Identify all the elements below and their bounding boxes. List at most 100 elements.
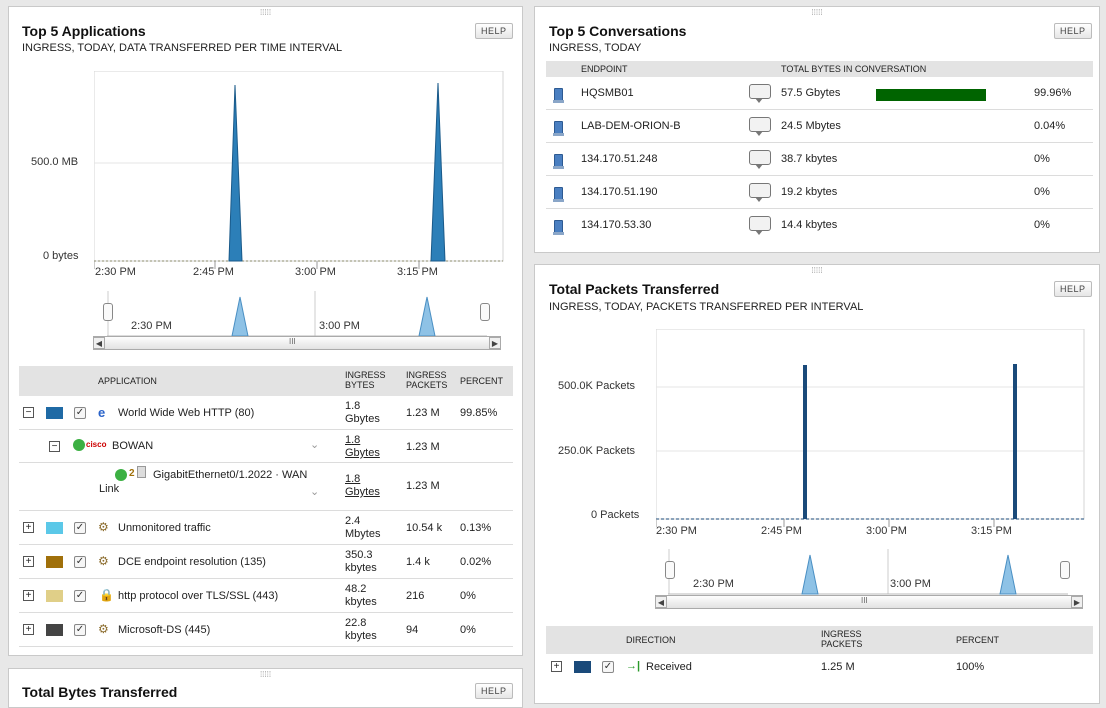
expand-icon[interactable]: + <box>23 556 34 567</box>
column-header-direction[interactable]: DIRECTION <box>626 635 676 645</box>
table-row[interactable]: + ✓ ⚙ Microsoft-DS (445) 22.8 kbytes 94 … <box>19 613 513 647</box>
expand-icon[interactable]: + <box>551 661 562 672</box>
ingress-packets: 10.54 k <box>406 522 443 534</box>
total-bytes: 24.5 Mbytes <box>781 120 841 132</box>
packets-chart <box>656 329 1085 527</box>
column-header-ingress-packets[interactable]: INGRESS PACKETS <box>406 370 454 390</box>
series-checkbox[interactable]: ✓ <box>74 522 86 534</box>
expand-icon[interactable]: + <box>23 522 34 533</box>
table-row[interactable]: 134.170.51.190 19.2 kbytes 0% <box>546 176 1093 209</box>
ie-globe-icon: e <box>98 405 106 420</box>
percent-bar-track <box>876 89 986 101</box>
percent-bar-track <box>876 122 986 134</box>
table-row[interactable]: 134.170.51.248 38.7 kbytes 0% <box>546 143 1093 176</box>
table-row[interactable]: LAB-DEM-ORION-B 24.5 Mbytes 0.04% <box>546 110 1093 143</box>
table-row[interactable]: + ✓ →| Received 1.25 M 100% <box>546 654 1093 680</box>
series-color-swatch <box>46 522 63 534</box>
table-row[interactable]: 2 GigabitEthernet0/1.2022 · WAN Link ⌄ 1… <box>19 463 513 511</box>
expand-icon[interactable]: + <box>23 590 34 601</box>
table-row[interactable]: HQSMB01 57.5 Gbytes 99.96% <box>546 77 1093 110</box>
scroll-right-icon[interactable]: ▶ <box>1071 596 1083 608</box>
application-name[interactable]: Microsoft-DS (445) <box>118 624 210 636</box>
series-checkbox[interactable]: ✓ <box>74 624 86 636</box>
collapse-icon[interactable]: − <box>49 441 60 452</box>
interface-name[interactable]: GigabitEthernet0/1.2022 · WAN Link <box>99 468 319 496</box>
navigator-right-handle[interactable] <box>480 303 490 321</box>
column-header-endpoint[interactable]: ENDPOINT <box>581 64 628 74</box>
conversations-table-header: ENDPOINT TOTAL BYTES IN CONVERSATION <box>546 61 1093 77</box>
y-axis-label: 250.0K Packets <box>558 445 636 457</box>
conversation-bubble-icon[interactable] <box>749 117 772 136</box>
column-header-ingress-bytes[interactable]: INGRESS BYTES <box>345 370 391 390</box>
scrollbar-grip[interactable]: III <box>861 596 868 605</box>
endpoint-name[interactable]: HQSMB01 <box>581 87 634 99</box>
conversation-bubble-icon[interactable] <box>749 84 772 103</box>
application-name[interactable]: Unmonitored traffic <box>118 522 211 534</box>
computer-icon <box>553 220 564 235</box>
navigator-left-handle[interactable] <box>665 561 675 579</box>
table-row[interactable]: + ✓ ⚙ DCE endpoint resolution (135) 350.… <box>19 545 513 579</box>
series-checkbox[interactable]: ✓ <box>602 661 614 673</box>
drag-grip-icon[interactable]: ⁞⁞⁞⁞⁞ <box>260 671 271 679</box>
help-button[interactable]: HELP <box>1054 281 1092 297</box>
column-header-percent[interactable]: PERCENT <box>956 635 999 645</box>
conversation-bubble-icon[interactable] <box>749 216 772 235</box>
y-axis-label: 500.0K Packets <box>558 380 636 392</box>
percent-bar <box>876 89 986 101</box>
chart-scrollbar[interactable]: ◀ III ▶ <box>93 336 501 350</box>
scrollbar-grip[interactable]: III <box>289 337 296 346</box>
node-name[interactable]: BOWAN <box>112 440 153 452</box>
ingress-bytes: 2.4 Mbytes <box>345 515 381 540</box>
endpoint-name[interactable]: 134.170.53.30 <box>581 219 651 231</box>
chevron-down-icon[interactable]: ⌄ <box>310 485 319 498</box>
series-checkbox[interactable]: ✓ <box>74 407 86 419</box>
scroll-left-icon[interactable]: ◀ <box>655 596 667 608</box>
table-row[interactable]: 134.170.53.30 14.4 kbytes 0% <box>546 209 1093 242</box>
application-name[interactable]: http protocol over TLS/SSL (443) <box>118 590 278 602</box>
column-header-application[interactable]: APPLICATION <box>98 376 157 386</box>
cisco-logo-icon: cisco <box>86 440 107 449</box>
navigator-right-handle[interactable] <box>1060 561 1070 579</box>
conversation-bubble-icon[interactable] <box>749 183 772 202</box>
navigator-left-handle[interactable] <box>103 303 113 321</box>
drag-grip-icon[interactable]: ⁞⁞⁞⁞⁞ <box>260 9 271 17</box>
percent-value: 0% <box>1034 186 1050 198</box>
help-button[interactable]: HELP <box>475 23 513 39</box>
expand-icon[interactable]: + <box>23 624 34 635</box>
column-header-ingress-packets[interactable]: INGRESS PACKETS <box>821 629 873 649</box>
conversation-bubble-icon[interactable] <box>749 150 772 169</box>
percent-value: 0% <box>460 590 476 602</box>
drag-grip-icon[interactable]: ⁞⁞⁞⁞⁞ <box>811 267 822 275</box>
endpoint-name[interactable]: LAB-DEM-ORION-B <box>581 120 681 132</box>
drag-grip-icon[interactable]: ⁞⁞⁞⁞⁞ <box>811 9 822 17</box>
column-header-percent[interactable]: PERCENT <box>460 376 503 386</box>
percent-value: 0% <box>460 624 476 636</box>
direction-name[interactable]: Received <box>646 661 692 673</box>
lock-icon: 🔒 <box>99 588 114 602</box>
series-checkbox[interactable]: ✓ <box>74 556 86 568</box>
chevron-down-icon[interactable]: ⌄ <box>310 438 319 451</box>
percent-value: 0% <box>1034 219 1050 231</box>
table-row[interactable]: − ✓ e World Wide Web HTTP (80) 1.8 Gbyte… <box>19 396 513 430</box>
application-name[interactable]: World Wide Web HTTP (80) <box>118 407 254 419</box>
scroll-left-icon[interactable]: ◀ <box>93 337 105 349</box>
scroll-right-icon[interactable]: ▶ <box>489 337 501 349</box>
panel-subtitle: INGRESS, TODAY, PACKETS TRANSFERRED PER … <box>549 301 864 313</box>
navigator-label: 2:30 PM <box>131 320 172 332</box>
series-checkbox[interactable]: ✓ <box>74 590 86 602</box>
endpoint-name[interactable]: 134.170.51.248 <box>581 153 657 165</box>
chart-scrollbar[interactable]: ◀ III ▶ <box>655 595 1083 609</box>
collapse-icon[interactable]: − <box>23 407 34 418</box>
help-button[interactable]: HELP <box>475 683 513 699</box>
ingress-bytes[interactable]: 1.8 Gbytes <box>345 434 385 460</box>
x-axis-label: 2:45 PM <box>761 525 802 537</box>
table-row[interactable]: + ✓ 🔒 http protocol over TLS/SSL (443) 4… <box>19 579 513 613</box>
application-name[interactable]: DCE endpoint resolution (135) <box>118 556 266 568</box>
table-row[interactable]: − cisco BOWAN ⌄ 1.8 Gbytes 1.23 M <box>19 430 513 463</box>
table-row[interactable]: + ✓ ⚙ Unmonitored traffic 2.4 Mbytes 10.… <box>19 511 513 545</box>
column-header-total-bytes[interactable]: TOTAL BYTES IN CONVERSATION <box>781 64 926 74</box>
help-button[interactable]: HELP <box>1054 23 1092 39</box>
x-axis-label: 2:30 PM <box>95 266 136 278</box>
endpoint-name[interactable]: 134.170.51.190 <box>581 186 657 198</box>
ingress-bytes[interactable]: 1.8 Gbytes <box>345 473 385 499</box>
